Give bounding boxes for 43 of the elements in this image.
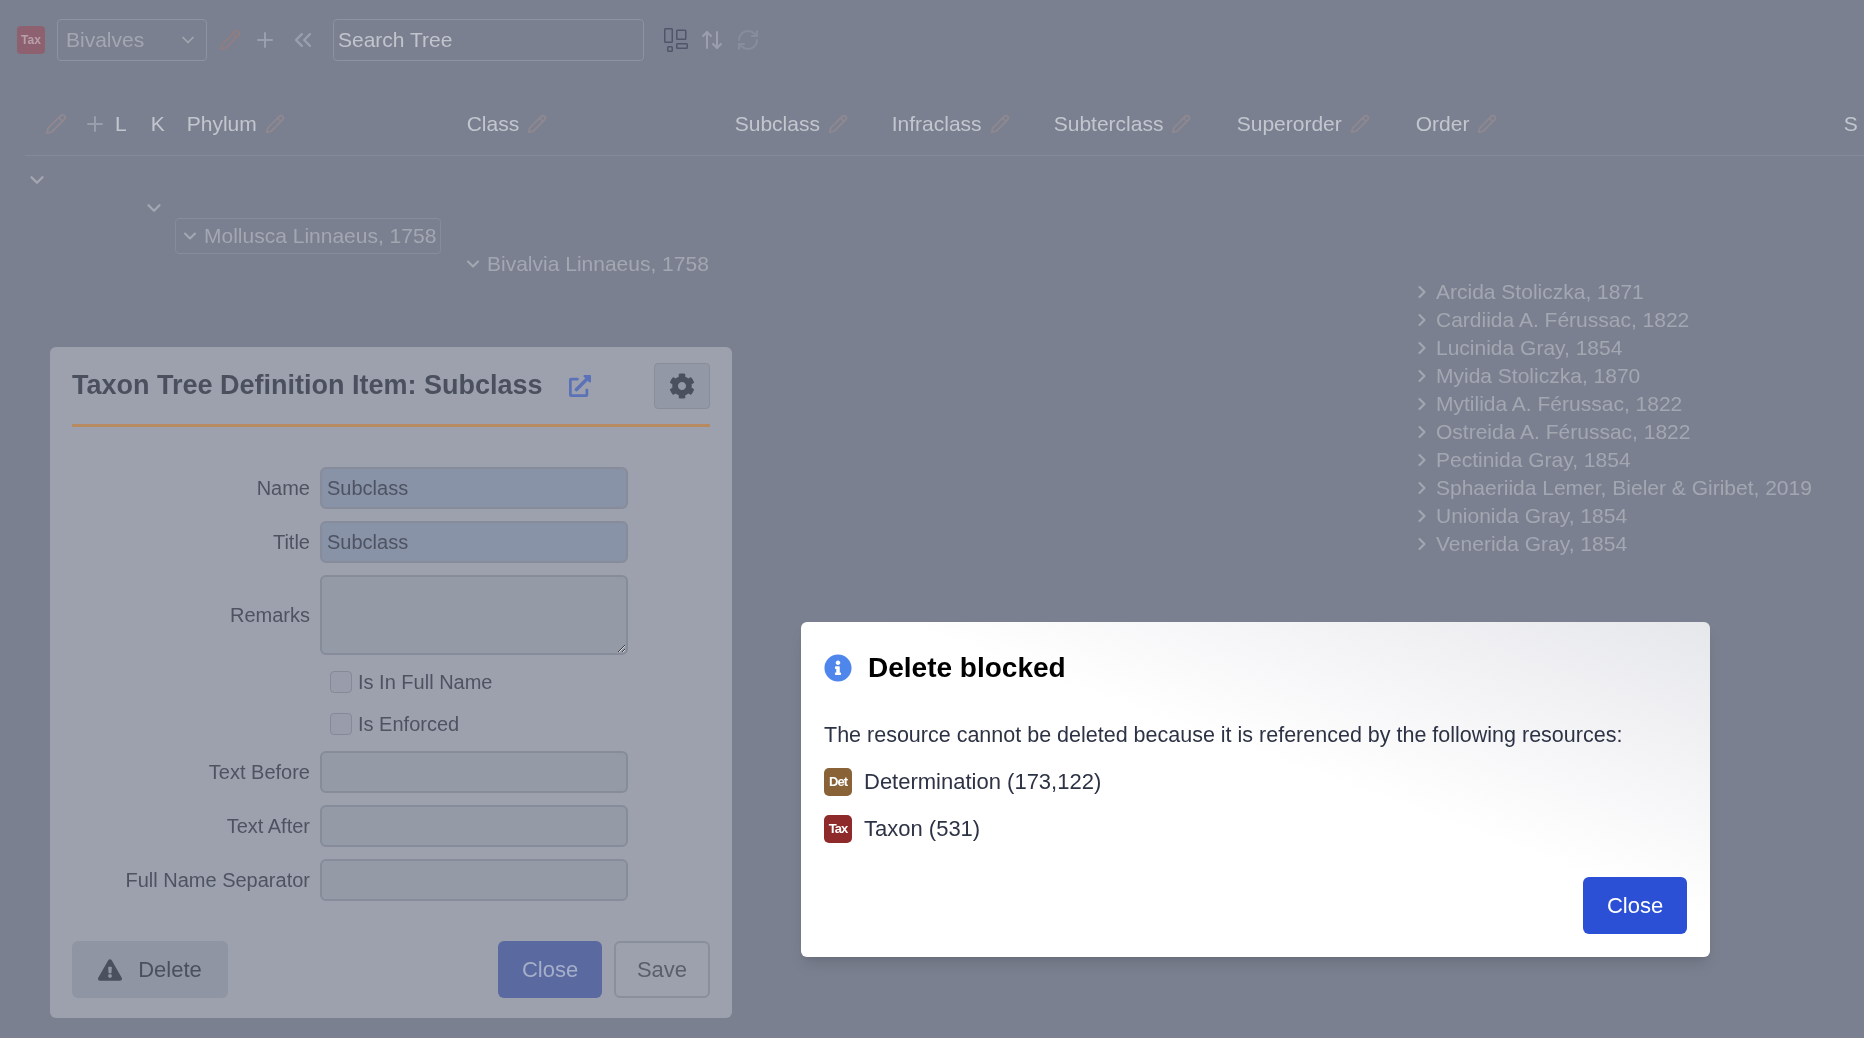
field-label: Title xyxy=(271,530,311,555)
field-label: Text Before xyxy=(207,760,311,785)
checkbox[interactable] xyxy=(330,671,352,693)
column-header: Superorder xyxy=(1236,110,1342,137)
external-link-icon[interactable] xyxy=(568,374,591,397)
settings-icon xyxy=(669,372,695,399)
checkbox-option[interactable]: Is In Full Name xyxy=(330,667,710,697)
remarks-field[interactable] xyxy=(320,575,628,655)
rank-tool-button[interactable]: L xyxy=(111,107,131,140)
column-header: Infraclass xyxy=(891,110,982,137)
checkbox[interactable] xyxy=(330,713,352,735)
search-field[interactable]: Search Tree xyxy=(333,19,644,61)
alert-message: The resource cannot be deleted because it is referenced by the following resources: xyxy=(824,722,1624,749)
close-button[interactable]: Close xyxy=(1583,877,1687,934)
checkbox-option[interactable]: Is Enforced xyxy=(330,709,710,739)
field-label: Name xyxy=(255,476,311,501)
resource-badge: Det xyxy=(824,767,852,796)
column-header: S xyxy=(1843,110,1858,137)
info-icon xyxy=(824,654,852,682)
dialog-title: Delete blocked xyxy=(868,651,1066,685)
text-field[interactable]: Subclass xyxy=(320,521,628,563)
warning-icon xyxy=(98,957,123,982)
column-header: Subterclass xyxy=(1053,110,1164,137)
column-header: Phylum xyxy=(186,110,257,137)
field-label: Full Name Separator xyxy=(124,868,311,893)
resource-reference[interactable]: Determination (173,122) xyxy=(864,765,1102,799)
column-header: Order xyxy=(1415,110,1470,137)
delete-button[interactable]: Delete xyxy=(72,941,228,998)
column-header: Class xyxy=(466,110,520,137)
layout-icon[interactable] xyxy=(664,28,688,52)
save-button[interactable]: Save xyxy=(614,941,710,998)
resource-badge: Tax xyxy=(824,814,852,843)
close-button[interactable]: Close xyxy=(498,941,602,998)
column-header: Subclass xyxy=(734,110,820,137)
settings-button[interactable] xyxy=(654,362,710,409)
dialog-title: Taxon Tree Definition Item: Subclass xyxy=(72,369,543,403)
field-label: Remarks xyxy=(229,603,311,628)
app-badge: Tax xyxy=(17,26,45,54)
resource-reference[interactable]: Taxon (531) xyxy=(864,812,981,846)
rank-tool-button[interactable]: K xyxy=(146,107,169,140)
sort-arrows-icon[interactable] xyxy=(700,28,724,52)
field-label: Text After xyxy=(225,814,311,839)
text-field[interactable]: Subclass xyxy=(320,467,628,509)
